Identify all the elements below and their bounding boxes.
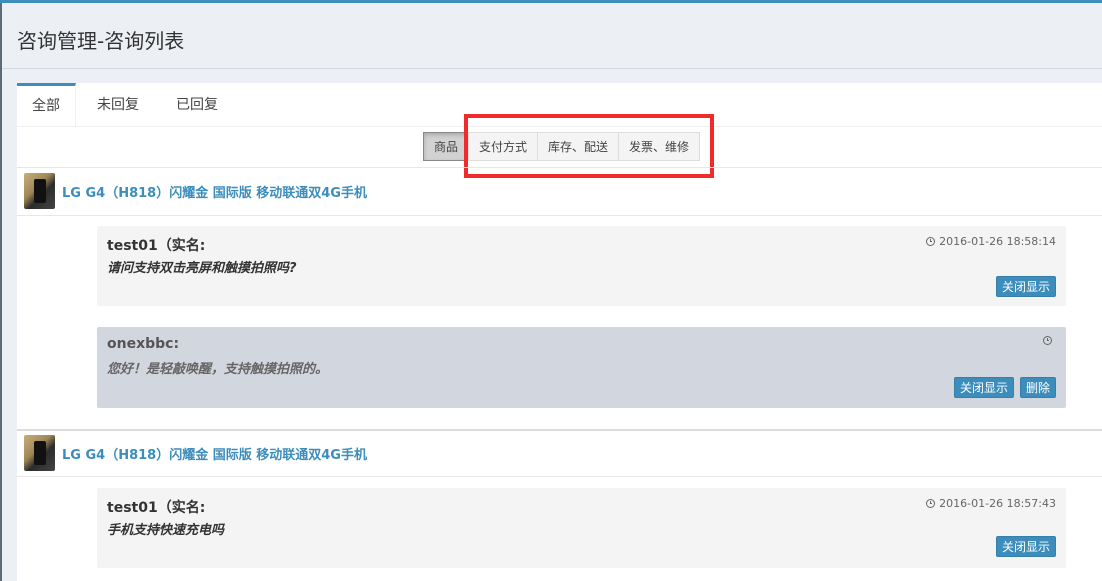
tab-all[interactable]: 全部 bbox=[17, 83, 76, 126]
question-timestamp: 2016-01-26 18:57:43 bbox=[939, 497, 1056, 510]
filter-product-button[interactable]: 商品 bbox=[423, 132, 470, 161]
hide-question-button[interactable]: 关闭显示 bbox=[995, 276, 1056, 297]
question-card: test01（实名: 请问支持双击亮屏和触摸拍照吗? 2016-01-26 18… bbox=[97, 226, 1066, 306]
hide-question-button[interactable]: 关闭显示 bbox=[995, 536, 1056, 557]
product-thumbnail[interactable] bbox=[24, 173, 55, 209]
clock-icon bbox=[926, 499, 936, 508]
question-time: 2016-01-26 18:58:14 bbox=[926, 235, 1056, 248]
section-divider bbox=[17, 167, 1102, 168]
tab-bar: 全部 未回复 已回复 bbox=[17, 83, 1102, 127]
product-divider bbox=[17, 215, 1102, 216]
question-time: 2016-01-26 18:57:43 bbox=[926, 497, 1056, 510]
delete-reply-button[interactable]: 删除 bbox=[1019, 377, 1056, 398]
question-card: test01（实名: 手机支持快速充电吗 2016-01-26 18:57:43… bbox=[97, 488, 1066, 568]
reply-time bbox=[1043, 336, 1056, 345]
question-timestamp: 2016-01-26 18:58:14 bbox=[939, 235, 1056, 248]
question-user: test01（实名: bbox=[107, 500, 206, 516]
question-text: 请问支持双击亮屏和触摸拍照吗? bbox=[107, 261, 297, 276]
filter-invoice-repair-button[interactable]: 发票、维修 bbox=[618, 132, 701, 161]
product-row: LG G4（H818）闪耀金 国际版 移动联通双4G手机 bbox=[24, 173, 367, 209]
question-text: 手机支持快速充电吗 bbox=[107, 523, 225, 538]
reply-card: onexbbc: 您好！是轻敲唤醒，支持触摸拍照的。 关闭显示 删除 bbox=[97, 327, 1066, 408]
product-link[interactable]: LG G4（H818）闪耀金 国际版 移动联通双4G手机 bbox=[62, 182, 367, 201]
category-filter-group: 商品 支付方式 库存、配送 发票、维修 bbox=[423, 132, 701, 161]
item-divider bbox=[17, 429, 1102, 431]
product-link[interactable]: LG G4（H818）闪耀金 国际版 移动联通双4G手机 bbox=[62, 444, 367, 463]
reply-user: onexbbc: bbox=[107, 336, 180, 352]
tab-unreplied[interactable]: 未回复 bbox=[81, 83, 155, 126]
question-user: test01（实名: bbox=[107, 238, 206, 254]
content-header: 咨询管理-咨询列表 bbox=[2, 3, 1102, 69]
reply-text: 您好！是轻敲唤醒，支持触摸拍照的。 bbox=[107, 362, 329, 377]
product-divider bbox=[17, 476, 1102, 477]
filter-payment-button[interactable]: 支付方式 bbox=[468, 132, 539, 161]
clock-icon bbox=[926, 237, 936, 246]
product-row: LG G4（H818）闪耀金 国际版 移动联通双4G手机 bbox=[24, 435, 367, 471]
product-thumbnail[interactable] bbox=[24, 435, 55, 471]
page-title: 咨询管理-咨询列表 bbox=[17, 29, 185, 53]
clock-icon bbox=[1043, 336, 1052, 345]
hide-reply-button[interactable]: 关闭显示 bbox=[953, 377, 1014, 398]
filter-stock-delivery-button[interactable]: 库存、配送 bbox=[537, 132, 620, 161]
tab-replied[interactable]: 已回复 bbox=[160, 83, 234, 126]
